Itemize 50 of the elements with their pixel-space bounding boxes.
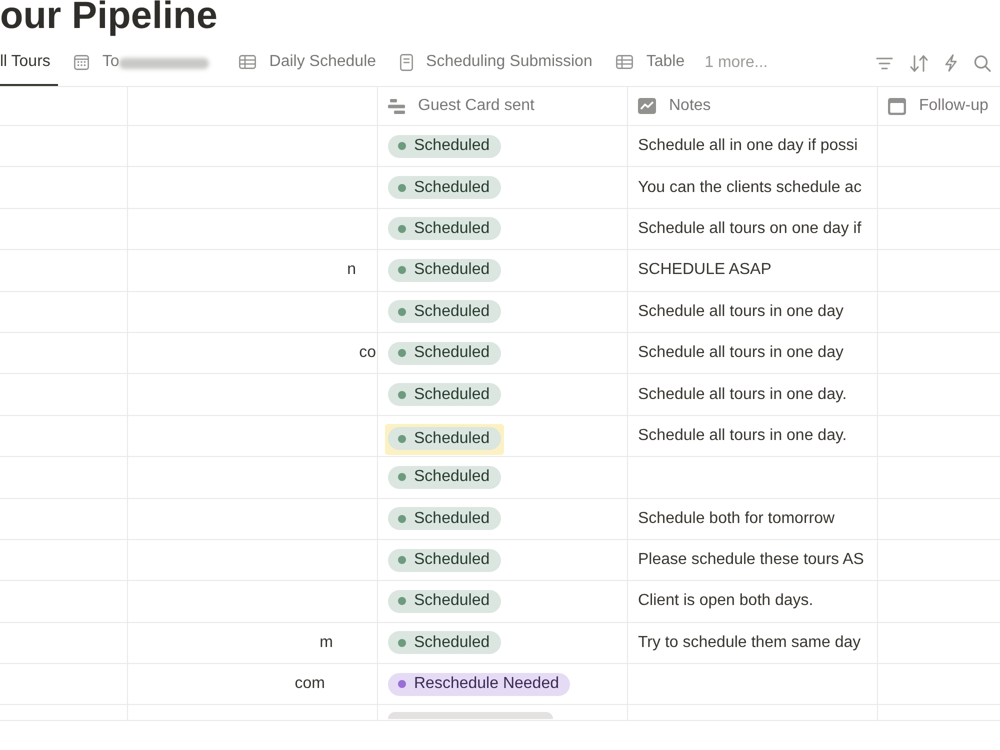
table-icon [239, 55, 256, 69]
view-tab[interactable]: Daily Schedule [231, 40, 384, 86]
status-badge: Reschedule Needed [388, 672, 570, 696]
column-header[interactable]: Notes [669, 94, 711, 118]
status-badge: Scheduled [388, 300, 501, 324]
document-icon [400, 54, 414, 70]
status-badge: Scheduled [388, 548, 501, 572]
notes-text: Please schedule these tours AS [638, 550, 864, 570]
notes-text: Schedule all tours in one day. [638, 384, 847, 405]
status-badge: Scheduled [388, 631, 501, 654]
notes-text: You can the clients schedule ac [638, 178, 862, 198]
status-badge: Scheduled [388, 507, 501, 530]
calendar-icon [888, 98, 906, 114]
lightning-icon[interactable] [945, 54, 957, 72]
more-views-button[interactable]: 1 more... [700, 40, 772, 86]
status-badge: Scheduled [388, 134, 501, 158]
notes-text: Schedule all in one day if possi [638, 136, 858, 156]
column-header[interactable]: Guest Card sent [418, 94, 534, 118]
status-badge: Scheduled [388, 590, 501, 613]
view-tab[interactable]: ll Tours [0, 40, 58, 86]
filter-icon[interactable] [876, 56, 893, 70]
chart-icon [638, 98, 656, 114]
sort-icon[interactable] [910, 54, 928, 72]
email-text: com [294, 674, 325, 694]
status-badge: Scheduled [388, 427, 501, 450]
status-badge: Scheduled [388, 258, 501, 282]
notes-text: SCHEDULE ASAP [638, 260, 772, 280]
notes-text: Schedule all tours on one day if [638, 218, 862, 239]
status-badge: Scheduled [388, 383, 501, 406]
notes-text: Schedule all tours in one day. [638, 426, 847, 446]
notes-text: Schedule all tours in one day [638, 343, 844, 364]
notes-text: Client is open both days. [638, 591, 814, 612]
status-badge: Scheduled [388, 176, 501, 200]
view-tab[interactable]: Scheduling Submission [392, 40, 600, 86]
status-badge: Scheduled [388, 217, 501, 240]
view-tab[interactable]: To [66, 40, 120, 86]
notes-text: Try to schedule them same day [638, 632, 861, 653]
status-badge: Scheduled [388, 342, 501, 365]
search-icon[interactable] [974, 54, 991, 72]
email-text: n [347, 260, 356, 280]
status-badge: Scheduled [388, 466, 501, 489]
email-text: m [320, 632, 333, 653]
calendar-icon [74, 54, 90, 70]
view-tab[interactable]: Table [608, 40, 693, 86]
status-icon [388, 98, 405, 114]
email-text: co [359, 343, 376, 364]
notes-text: Schedule both for tomorrow [638, 508, 835, 529]
table-icon [616, 55, 634, 69]
column-header[interactable]: Follow-up [919, 94, 988, 118]
notes-text: Schedule all tours in one day [638, 302, 844, 322]
